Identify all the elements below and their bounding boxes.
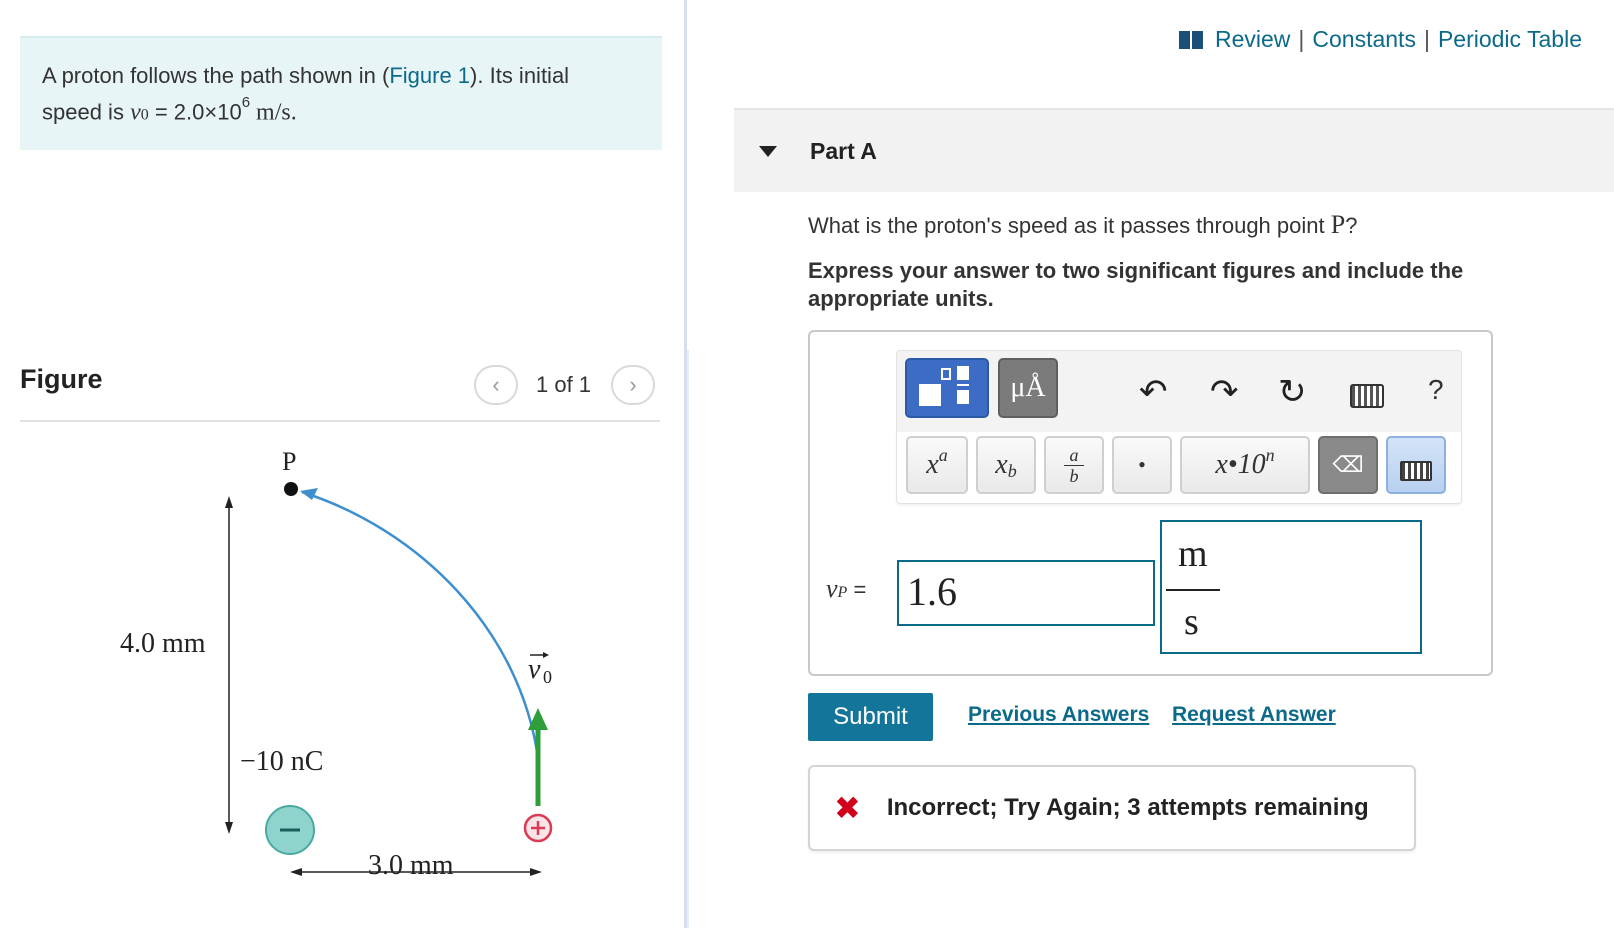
question-suffix: ? bbox=[1345, 213, 1358, 238]
path-arrowhead bbox=[300, 488, 318, 500]
request-answer-link[interactable]: Request Answer bbox=[1172, 703, 1336, 727]
keyboard-toggle-icon[interactable] bbox=[1386, 436, 1446, 494]
undo-icon[interactable]: ↶ bbox=[1139, 372, 1168, 412]
width-label: 3.0 mm bbox=[368, 850, 454, 881]
velocity-vector-bar-head bbox=[543, 652, 549, 658]
dot-button[interactable]: • bbox=[1112, 436, 1172, 494]
fraction-bar bbox=[1166, 589, 1220, 591]
point-p-label: P bbox=[282, 447, 296, 476]
figure-divider bbox=[20, 420, 660, 422]
backspace-icon[interactable]: ⌫ bbox=[1318, 436, 1378, 494]
chevron-left-icon[interactable]: ‹ bbox=[474, 365, 518, 405]
figure-pagination: ‹ 1 of 1 › bbox=[474, 365, 656, 405]
problem-text-before: A proton follows the path shown in ( bbox=[42, 63, 390, 88]
previous-answers-link[interactable]: Previous Answers bbox=[968, 703, 1149, 727]
help-icon[interactable]: ? bbox=[1428, 374, 1444, 406]
problem-text-after: ). Its initial bbox=[470, 63, 570, 88]
chevron-right-icon[interactable]: › bbox=[611, 365, 656, 405]
width-arrow-right bbox=[530, 868, 542, 876]
problem-line2-prefix: speed is bbox=[42, 99, 131, 125]
periodic-table-link[interactable]: Periodic Table bbox=[1438, 26, 1582, 53]
speed-unit: m/s. bbox=[250, 99, 297, 126]
superscript-button[interactable]: xa bbox=[906, 436, 968, 494]
feedback-message: ✖ Incorrect; Try Again; 3 attempts remai… bbox=[808, 765, 1416, 851]
panel-divider-shadow bbox=[687, 350, 689, 928]
problem-statement: A proton follows the path shown in (Figu… bbox=[20, 36, 662, 150]
constants-link[interactable]: Constants bbox=[1312, 26, 1416, 53]
part-a-header[interactable]: Part A bbox=[734, 108, 1614, 192]
point-p-dot bbox=[284, 482, 298, 496]
answer-instructions: Express your answer to two significant f… bbox=[808, 258, 1464, 311]
redo-icon[interactable]: ↷ bbox=[1210, 372, 1239, 412]
proton-path-figure: P 4.0 mm −10 nC 3.0 mm v 0 bbox=[120, 447, 553, 881]
height-label: 4.0 mm bbox=[120, 628, 206, 659]
figure-title: Figure bbox=[20, 364, 103, 394]
book-icon bbox=[1178, 30, 1203, 49]
velocity-subscript: 0 bbox=[543, 667, 552, 687]
v0-symbol: v bbox=[130, 99, 141, 126]
feedback-text: Incorrect; Try Again; 3 attempts remaini… bbox=[886, 794, 1369, 821]
part-title: Part A bbox=[810, 137, 877, 164]
resource-links: Review | Constants | Periodic Table bbox=[1178, 26, 1582, 53]
v0-subscript: 0 bbox=[140, 106, 149, 124]
templates-button[interactable] bbox=[905, 358, 989, 418]
height-arrow-bottom bbox=[225, 822, 233, 834]
keyboard-shortcuts-icon[interactable] bbox=[1350, 384, 1384, 408]
width-arrow-left bbox=[290, 868, 302, 876]
figure-link[interactable]: Figure 1 bbox=[389, 63, 470, 88]
unit-denominator: s bbox=[1184, 601, 1199, 643]
figure-counter: 1 of 1 bbox=[536, 372, 592, 397]
x-mark-icon: ✖ bbox=[834, 790, 861, 826]
velocity-label: v bbox=[528, 654, 541, 685]
answer-value-input[interactable]: 1.6 bbox=[897, 560, 1155, 626]
question-text: What is the proton's speed as it passes … bbox=[808, 210, 1357, 240]
vp-label: vP = bbox=[826, 574, 867, 603]
scientific-notation-button[interactable]: x•10 n bbox=[1180, 436, 1310, 494]
reset-icon[interactable]: ↻ bbox=[1278, 372, 1307, 412]
question-point: P bbox=[1330, 210, 1346, 239]
caret-down-icon[interactable] bbox=[759, 145, 777, 157]
speed-value: = 2.0×10 bbox=[148, 99, 242, 125]
height-arrow-top bbox=[225, 496, 233, 508]
answer-units-input[interactable]: m s bbox=[1160, 520, 1422, 654]
question-prefix: What is the proton's speed as it passes … bbox=[808, 213, 1331, 238]
unit-numerator: m bbox=[1178, 533, 1208, 575]
subscript-button[interactable]: xb bbox=[976, 436, 1036, 494]
units-button[interactable]: μÅ bbox=[998, 358, 1058, 418]
left-panel: A proton follows the path shown in (Figu… bbox=[0, 0, 684, 928]
review-link[interactable]: Review bbox=[1215, 26, 1290, 53]
speed-exponent: 6 bbox=[241, 94, 251, 111]
submit-button[interactable]: Submit bbox=[808, 693, 933, 741]
charge-label: −10 nC bbox=[240, 746, 323, 777]
fraction-button[interactable]: a b bbox=[1044, 436, 1104, 494]
proton-path-curve bbox=[301, 490, 540, 759]
